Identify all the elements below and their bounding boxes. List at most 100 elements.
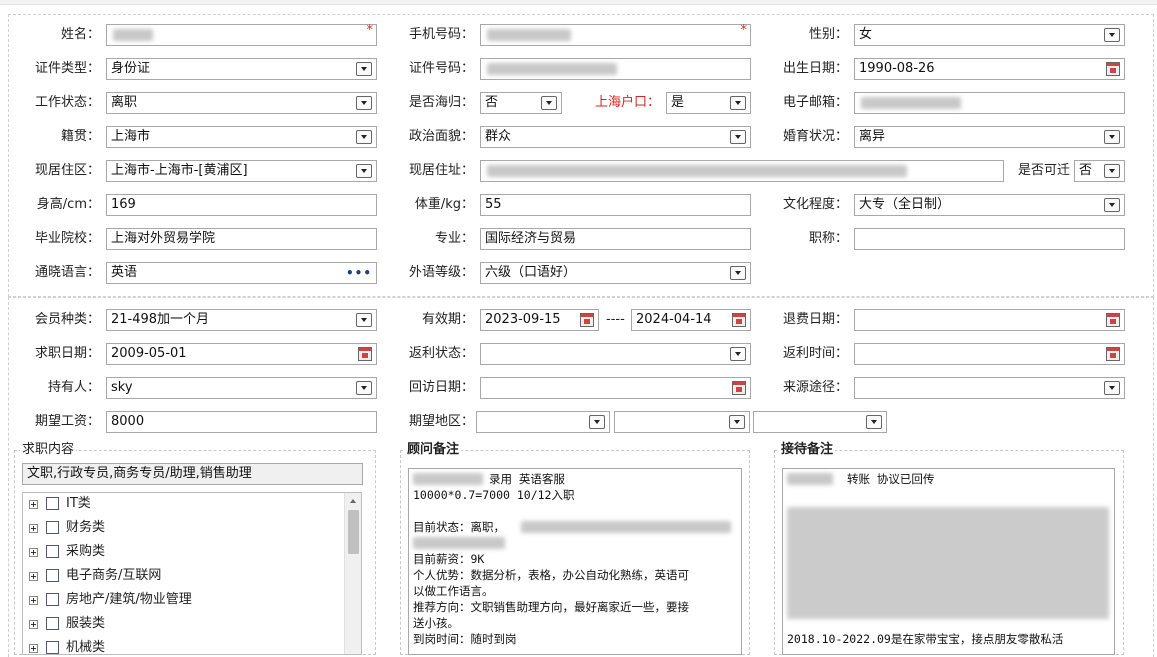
checkbox[interactable] [46,521,59,534]
foreign-level-select[interactable]: 六级（口语好） [480,262,751,284]
tree-scrollbar[interactable] [344,493,361,654]
returnee-select[interactable]: 否 [480,92,562,114]
calendar-icon[interactable] [1106,313,1120,327]
shanghai-hukou-select[interactable]: 是 [666,92,751,114]
calendar-icon[interactable] [1106,62,1120,76]
languages-field[interactable]: 英语 ••• [106,262,377,284]
revisit-date-field[interactable] [480,377,751,399]
work-status-select[interactable]: 离职 [106,92,377,114]
expected-province-select[interactable] [476,411,610,433]
id-type-select[interactable]: 身份证 [106,58,377,80]
source-label: 来源途径： [782,380,848,395]
email-field[interactable] [854,92,1125,114]
scroll-up-icon[interactable] [345,493,361,509]
residence-address-field[interactable] [480,160,1004,182]
school-field[interactable]: 上海对外贸易学院 [106,228,377,250]
rebate-time-field[interactable] [854,343,1125,365]
id-number-label: 证件号码： [408,61,474,76]
chevron-down-icon[interactable] [1104,381,1120,395]
chevron-down-icon[interactable] [730,130,746,144]
chevron-down-icon[interactable] [356,130,372,144]
chevron-down-icon[interactable] [356,62,372,76]
marital-select[interactable]: 离异 [854,126,1125,148]
consultant-note-textarea[interactable]: 录用 英语客服 10000*0.7=7000 10/12入职 目前状态：离职， … [408,468,742,655]
job-date-field[interactable]: 2009-05-01 [106,343,377,365]
relocate-value: 否 [1079,163,1093,178]
education-select[interactable]: 大专（全日制） [854,194,1125,216]
school-value: 上海对外贸易学院 [111,231,216,246]
checkbox[interactable] [46,569,59,582]
gender-select[interactable]: 女 [854,24,1125,46]
returnee-label: 是否海归： [408,95,474,110]
major-field[interactable]: 国际经济与贸易 [480,228,751,250]
languages-value: 英语 [111,265,138,280]
expected-salary-field[interactable]: 8000 [106,411,377,433]
chevron-down-icon[interactable] [589,415,605,429]
holder-select[interactable]: sky [106,377,377,399]
chevron-down-icon[interactable] [356,313,372,327]
chevron-down-icon[interactable] [1104,130,1120,144]
scroll-thumb[interactable] [348,510,359,554]
height-field[interactable]: 169 [106,194,377,216]
expand-icon[interactable] [29,596,38,605]
validity-start-field[interactable]: 2023-09-15 [480,309,599,331]
expand-icon[interactable] [29,500,38,509]
checkbox[interactable] [46,593,59,606]
political-select[interactable]: 群众 [480,126,751,148]
chevron-down-icon[interactable] [730,96,746,110]
birth-date-field[interactable]: 1990-08-26 [854,58,1125,80]
expand-icon[interactable] [29,644,38,653]
calendar-icon[interactable] [732,313,746,327]
chevron-down-icon[interactable] [866,415,882,429]
email-redacted [861,97,961,109]
reception-note-textarea[interactable]: 转账 协议已回传 2018.10-2022.09是在家带宝宝，接点朋友零散私活 [782,468,1115,655]
required-asterisk: * [366,23,374,38]
origin-select[interactable]: 上海市 [106,126,377,148]
title-field[interactable] [854,228,1125,250]
checkbox[interactable] [46,641,59,654]
more-icon[interactable]: ••• [346,266,372,280]
expand-icon[interactable] [29,524,38,533]
expected-city-select[interactable] [614,411,750,433]
calendar-icon[interactable] [732,381,746,395]
expand-icon[interactable] [29,548,38,557]
weight-field[interactable]: 55 [480,194,751,216]
calendar-icon[interactable] [1106,347,1120,361]
rebate-status-select[interactable] [480,343,751,365]
id-number-field[interactable] [480,58,751,80]
calendar-icon[interactable] [580,313,594,327]
checkbox[interactable] [46,497,59,510]
phone-field[interactable]: * [480,23,751,46]
rebate-time-label: 返利时间： [782,346,848,361]
expand-icon[interactable] [29,572,38,581]
expected-district-select[interactable] [753,411,887,433]
chevron-down-icon[interactable] [541,96,557,110]
chevron-down-icon[interactable] [730,347,746,361]
relocate-select[interactable]: 否 [1074,160,1125,182]
chevron-down-icon[interactable] [729,415,745,429]
validity-end-field[interactable]: 2024-04-14 [631,309,751,331]
residence-area-select[interactable]: 上海市-上海市-[黄浦区] [106,160,377,182]
job-category-tree[interactable]: IT类 财务类 采购类 电子商务/互联网 房地产/建筑/物业管理 服装类 机械类 [22,492,362,655]
chevron-down-icon[interactable] [1104,198,1120,212]
source-select[interactable] [854,377,1125,399]
refund-date-field[interactable] [854,309,1125,331]
chevron-down-icon[interactable] [356,164,372,178]
consultant-note-title: 顾问备注 [405,442,462,458]
note-redacted [787,473,833,485]
checkbox[interactable] [46,545,59,558]
calendar-icon[interactable] [358,347,372,361]
chevron-down-icon[interactable] [1104,164,1120,178]
chevron-down-icon[interactable] [730,266,746,280]
id-type-label: 证件类型： [34,61,100,76]
member-type-select[interactable]: 21-498加一个月 [106,309,377,331]
reception-redacted-block [787,507,1109,619]
chevron-down-icon[interactable] [356,96,372,110]
chevron-down-icon[interactable] [1104,28,1120,42]
expand-icon[interactable] [29,620,38,629]
chevron-down-icon[interactable] [356,381,372,395]
name-field[interactable]: * [106,23,377,46]
height-label: 身高/cm： [36,197,100,212]
checkbox[interactable] [46,617,59,630]
residence-area-label: 现居住区： [34,163,100,178]
